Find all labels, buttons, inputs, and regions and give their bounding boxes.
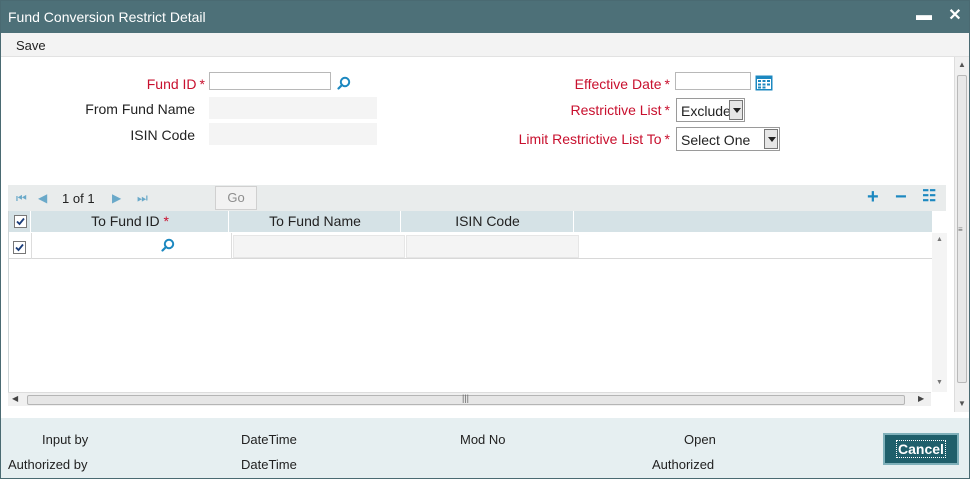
limit-restrictive-list-label: Limit Restrictive List To * <box>518 131 670 147</box>
restrictive-list-label: Restrictive List * <box>570 102 670 118</box>
title-bar: Fund Conversion Restrict Detail ▬ ✕ <box>1 1 969 33</box>
remove-row-icon[interactable]: − <box>895 186 907 208</box>
first-page-icon[interactable]: ⏮ <box>16 191 27 206</box>
restrictive-list-select[interactable]: Exclude <box>676 98 745 122</box>
isin-code-label: ISIN Code <box>130 127 195 143</box>
scroll-left-icon[interactable]: ◀ <box>12 394 18 403</box>
effective-date-input[interactable] <box>675 72 751 90</box>
scroll-down-icon[interactable]: ▼ <box>936 379 943 386</box>
close-icon[interactable]: ✕ <box>944 5 966 27</box>
scroll-right-icon[interactable]: ▶ <box>918 394 924 403</box>
grid-vertical-scrollbar[interactable]: ▲ ▼ <box>932 233 947 392</box>
from-fund-name-field <box>209 97 377 119</box>
column-header-to-fund-id[interactable]: To Fund ID * <box>32 211 229 232</box>
last-page-icon[interactable]: ⏭ <box>137 191 148 206</box>
go-button[interactable]: Go <box>215 186 257 210</box>
grid-header: To Fund ID * To Fund Name ISIN Code <box>9 211 932 232</box>
chevron-down-icon[interactable] <box>729 100 743 120</box>
window-title: Fund Conversion Restrict Detail <box>8 9 206 25</box>
menu-bar: Save <box>1 33 969 57</box>
search-icon[interactable] <box>161 238 175 252</box>
add-row-icon[interactable]: + <box>867 186 879 208</box>
page-number-input[interactable] <box>176 188 214 208</box>
isin-code-cell <box>406 235 579 258</box>
table-row[interactable] <box>9 233 932 259</box>
to-fund-name-cell <box>233 235 405 258</box>
to-fund-id-cell[interactable] <box>32 233 232 259</box>
scroll-grip-icon: ||| <box>462 393 470 403</box>
prev-page-icon[interactable]: ◀ <box>38 191 47 205</box>
grid-toolbar: ⏮ ◀ 1 of 1 ▶ ⏭ Go + − ☷ <box>8 185 946 211</box>
restrictive-list-value: Exclude <box>681 103 731 119</box>
authorized-by-label: Authorized by <box>8 457 88 472</box>
limit-restrictive-list-value: Select One <box>681 132 751 148</box>
select-all-checkbox[interactable] <box>14 215 27 228</box>
calendar-icon[interactable] <box>755 75 773 91</box>
authorized-status-label: Authorized <box>652 457 715 472</box>
cancel-button[interactable]: Cancel <box>883 433 959 465</box>
page-vertical-scrollbar[interactable]: ▲ ≡ ▼ <box>954 57 969 412</box>
authorized-datetime-label: DateTime <box>241 457 297 472</box>
grid-horizontal-scrollbar[interactable]: ◀ ||| ▶ <box>8 392 931 406</box>
fund-id-label: Fund ID * <box>146 76 205 92</box>
pager: 1 of 1 <box>62 191 95 206</box>
column-header-spacer <box>575 211 932 232</box>
row-checkbox[interactable] <box>13 241 26 254</box>
row-select-cell <box>9 233 32 259</box>
scroll-grip-icon: ≡ <box>958 225 963 234</box>
open-status-label: Open <box>684 432 716 447</box>
limit-restrictive-list-select[interactable]: Select One <box>676 127 780 151</box>
fund-id-input[interactable] <box>209 72 331 90</box>
search-icon[interactable] <box>337 76 351 90</box>
header-select-cell <box>9 211 31 232</box>
save-menu-item[interactable]: Save <box>16 38 46 53</box>
scroll-up-icon[interactable]: ▲ <box>936 236 943 243</box>
scroll-down-icon[interactable]: ▼ <box>958 399 966 408</box>
single-view-icon[interactable]: ☷ <box>922 186 936 208</box>
input-datetime-label: DateTime <box>241 432 297 447</box>
input-by-label: Input by <box>42 432 89 447</box>
chevron-down-icon[interactable] <box>764 129 778 149</box>
next-page-icon[interactable]: ▶ <box>112 191 121 205</box>
isin-code-field <box>209 123 377 145</box>
column-header-isin-code[interactable]: ISIN Code <box>402 211 574 232</box>
fund-conversion-restrict-window: Fund Conversion Restrict Detail ▬ ✕ Save… <box>0 0 970 479</box>
column-header-to-fund-name[interactable]: To Fund Name <box>230 211 401 232</box>
from-fund-name-label: From Fund Name <box>85 101 195 117</box>
scroll-up-icon[interactable]: ▲ <box>958 60 966 69</box>
effective-date-label: Effective Date * <box>574 76 670 92</box>
mod-no-label: Mod No <box>460 432 506 447</box>
audit-footer: Input by Authorized by DateTime DateTime… <box>1 418 969 478</box>
minimize-icon[interactable]: ▬ <box>913 5 935 27</box>
to-fund-grid: To Fund ID * To Fund Name ISIN Code ▲ ▼ <box>8 211 947 392</box>
